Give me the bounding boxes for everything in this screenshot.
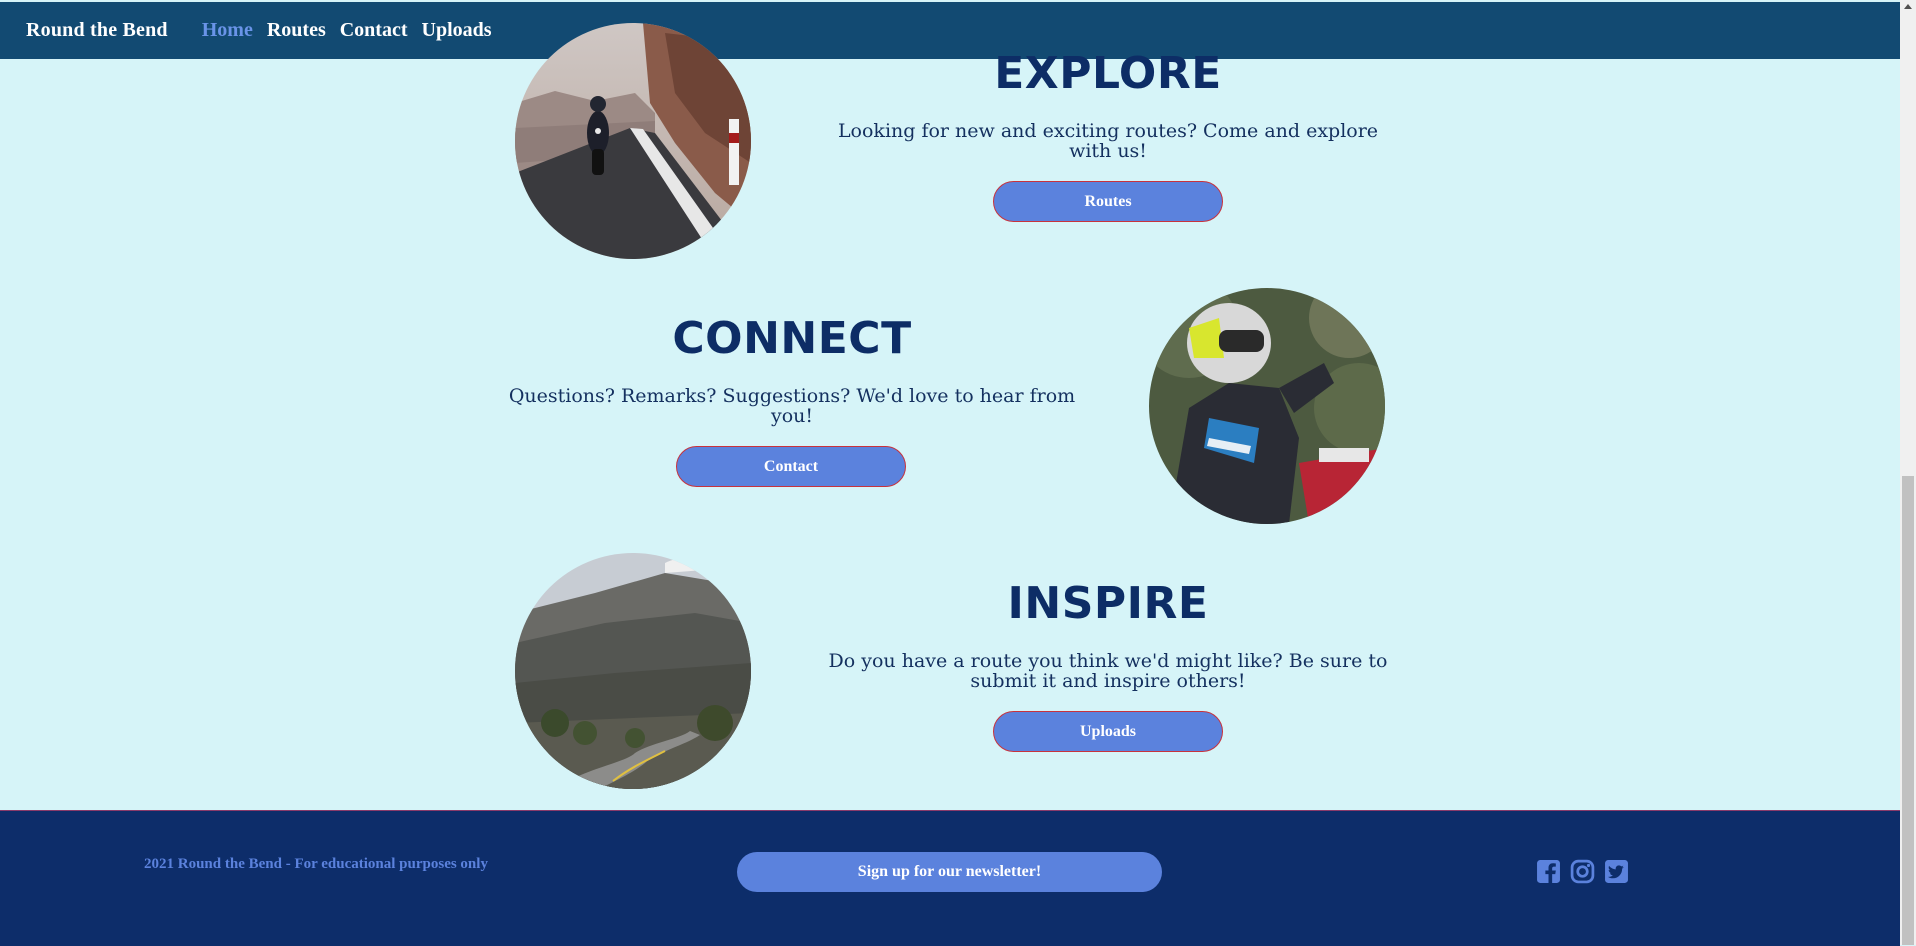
explore-image bbox=[515, 23, 751, 259]
nav-link-home[interactable]: Home bbox=[202, 19, 253, 42]
explore-title: EXPLORE bbox=[994, 48, 1222, 99]
connect-text: Questions? Remarks? Suggestions? We'd lo… bbox=[508, 385, 1076, 427]
inspire-image bbox=[515, 553, 751, 789]
brand-logo-text[interactable]: Round the Bend bbox=[26, 19, 168, 42]
uploads-button[interactable]: Uploads bbox=[993, 711, 1223, 752]
inspire-text: Do you have a route you think we'd might… bbox=[828, 650, 1388, 692]
explore-text: Looking for new and exciting routes? Com… bbox=[837, 120, 1379, 162]
instagram-icon[interactable] bbox=[1570, 859, 1595, 884]
newsletter-signup-button[interactable]: Sign up for our newsletter! bbox=[737, 852, 1162, 892]
inspire-title: INSPIRE bbox=[1007, 578, 1209, 629]
routes-button[interactable]: Routes bbox=[993, 181, 1223, 222]
connect-image bbox=[1149, 288, 1385, 524]
scroll-up-arrow-icon[interactable] bbox=[1904, 4, 1912, 9]
footer: 2021 Round the Bend - For educational pu… bbox=[0, 810, 1900, 946]
nav-link-routes[interactable]: Routes bbox=[267, 19, 326, 42]
contact-button[interactable]: Contact bbox=[676, 446, 906, 487]
facebook-icon[interactable] bbox=[1536, 859, 1561, 884]
nav-link-contact[interactable]: Contact bbox=[340, 19, 408, 42]
nav-link-uploads[interactable]: Uploads bbox=[422, 19, 492, 42]
scrollbar-thumb[interactable] bbox=[1902, 476, 1914, 945]
page-scrollbar[interactable] bbox=[1900, 0, 1916, 945]
footer-copyright: 2021 Round the Bend - For educational pu… bbox=[144, 856, 488, 872]
connect-title: CONNECT bbox=[672, 313, 912, 364]
twitter-icon[interactable] bbox=[1604, 859, 1629, 884]
